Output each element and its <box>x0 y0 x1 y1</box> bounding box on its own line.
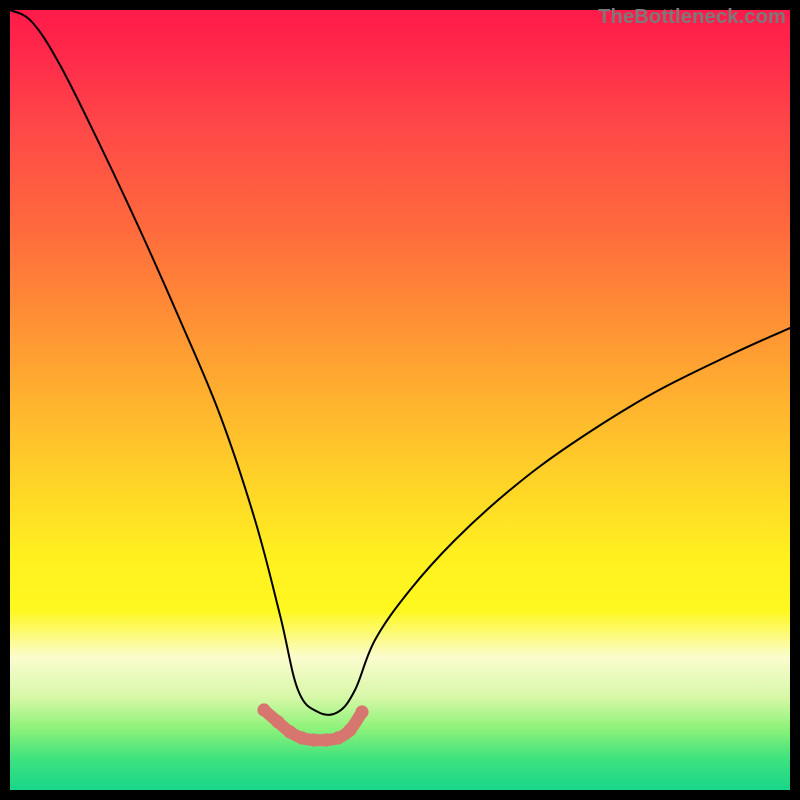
curve-layer <box>10 10 790 790</box>
bottleneck-curve <box>10 10 790 715</box>
plot-area <box>10 10 790 790</box>
watermark-text: TheBottleneck.com <box>598 6 786 29</box>
chart-stage: TheBottleneck.com <box>0 0 800 800</box>
